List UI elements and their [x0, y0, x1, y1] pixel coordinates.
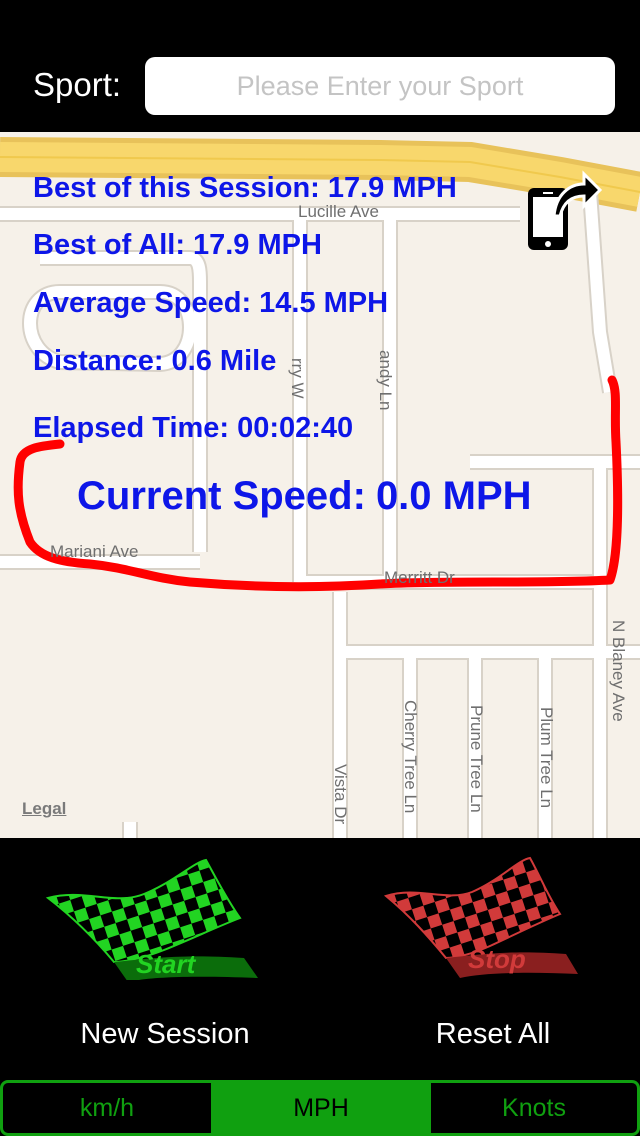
tab-kmh[interactable]: km/h	[0, 1080, 214, 1136]
stop-flag-text: Stop	[468, 944, 526, 974]
best-session-stat: Best of this Session: 17.9 MPH	[33, 172, 457, 205]
street-label-merritt: Merritt Dr	[384, 568, 455, 587]
sport-label: Sport:	[33, 66, 122, 103]
street-label-cherry: Cherry Tree Ln	[401, 700, 420, 814]
checkered-flag-icon: Start	[45, 858, 258, 982]
distance-value: 0.6 Mile	[171, 345, 277, 377]
street-label-rry: rry W	[288, 358, 307, 399]
share-button[interactable]	[524, 164, 604, 254]
best-session-label: Best of this Session:	[33, 172, 320, 204]
street-label-andy: andy Ln	[376, 350, 395, 411]
start-flag-text: Start	[136, 949, 197, 979]
street-label-vista: Vista Dr	[331, 764, 350, 825]
distance-stat: Distance: 0.6 Mile	[33, 345, 276, 378]
current-speed-label: Current Speed:	[77, 474, 366, 518]
stop-button[interactable]: Stop	[382, 856, 582, 978]
sport-input[interactable]	[145, 57, 615, 115]
street-label-mariani: Mariani Ave	[50, 542, 139, 561]
legal-link[interactable]: Legal	[22, 799, 66, 819]
tab-knots[interactable]: Knots	[428, 1080, 640, 1136]
start-button[interactable]: Start	[44, 858, 266, 982]
street-label-blaney: N Blaney Ave	[609, 620, 628, 722]
best-all-value: 17.9 MPH	[192, 229, 322, 261]
best-session-value: 17.9 MPH	[327, 172, 457, 204]
average-speed-value: 14.5 MPH	[259, 287, 389, 319]
street-label-lucille: Lucille Ave	[298, 202, 379, 221]
average-speed-stat: Average Speed: 14.5 MPH	[33, 287, 388, 320]
best-all-label: Best of All:	[33, 229, 185, 261]
street-label-plum: Plum Tree Ln	[537, 707, 556, 809]
checkered-flag-icon: Stop	[383, 856, 578, 978]
map-view[interactable]: Lucille Ave Mariani Ave Merritt Dr N Bla…	[0, 132, 640, 838]
elapsed-time-label: Elapsed Time:	[33, 412, 230, 444]
street-label-prune: Prune Tree Ln	[467, 705, 486, 813]
unit-segmented-control: km/h MPH Knots	[0, 1080, 640, 1136]
distance-label: Distance:	[33, 345, 164, 377]
new-session-button[interactable]: New Session	[40, 1018, 290, 1051]
best-all-stat: Best of All: 17.9 MPH	[33, 229, 322, 262]
current-speed-value: 0.0 MPH	[375, 474, 532, 518]
elapsed-time-stat: Elapsed Time: 00:02:40	[33, 412, 353, 445]
header-bar: Sport:	[0, 0, 640, 132]
control-panel: Start Stop New Session Reset All	[0, 838, 640, 1080]
average-speed-label: Average Speed:	[33, 287, 252, 319]
phone-share-icon	[528, 170, 603, 250]
tab-mph[interactable]: MPH	[212, 1080, 430, 1136]
current-speed-stat: Current Speed: 0.0 MPH	[77, 474, 532, 519]
elapsed-time-value: 00:02:40	[237, 412, 354, 444]
reset-all-button[interactable]: Reset All	[368, 1018, 618, 1051]
